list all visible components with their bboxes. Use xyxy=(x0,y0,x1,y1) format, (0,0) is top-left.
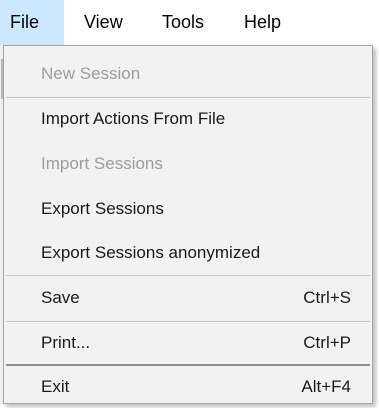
menu-separator xyxy=(6,275,370,276)
file-dropdown-menu: New Session Import Actions From File Imp… xyxy=(3,45,373,404)
menu-item-save[interactable]: Save Ctrl+S xyxy=(4,277,372,319)
menu-bar: File View Tools Help xyxy=(0,0,379,45)
shortcut-label: Ctrl+S xyxy=(303,288,351,307)
menu-item-print[interactable]: Print... Ctrl+P xyxy=(4,322,372,364)
shortcut-label: Alt+F4 xyxy=(301,377,351,396)
menu-item-new-session: New Session xyxy=(4,53,372,95)
menu-item-label: New Session xyxy=(41,64,141,83)
menu-item-label: Export Sessions anonymized xyxy=(41,243,261,262)
menu-item-label: Exit xyxy=(41,377,70,396)
menu-item-export-sessions[interactable]: Export Sessions xyxy=(4,188,372,230)
menu-item-label: Import Actions From File xyxy=(41,109,226,128)
menu-help[interactable]: Help xyxy=(230,0,310,45)
menu-item-label: Export Sessions xyxy=(41,199,164,218)
shortcut-label: Ctrl+P xyxy=(303,333,351,352)
menu-view[interactable]: View xyxy=(64,0,148,45)
menu-item-label: Import Sessions xyxy=(41,154,163,173)
menu-item-label: Print... xyxy=(41,333,91,352)
menu-file[interactable]: File xyxy=(0,0,64,45)
menu-item-label: Save xyxy=(41,288,80,307)
menu-item-exit[interactable]: Exit Alt+F4 xyxy=(4,366,372,408)
menu-item-export-anonymized[interactable]: Export Sessions anonymized xyxy=(4,232,372,274)
menu-item-import-sessions: Import Sessions xyxy=(4,143,372,185)
menu-tools[interactable]: Tools xyxy=(148,0,230,45)
menu-item-import-actions[interactable]: Import Actions From File xyxy=(4,98,372,140)
